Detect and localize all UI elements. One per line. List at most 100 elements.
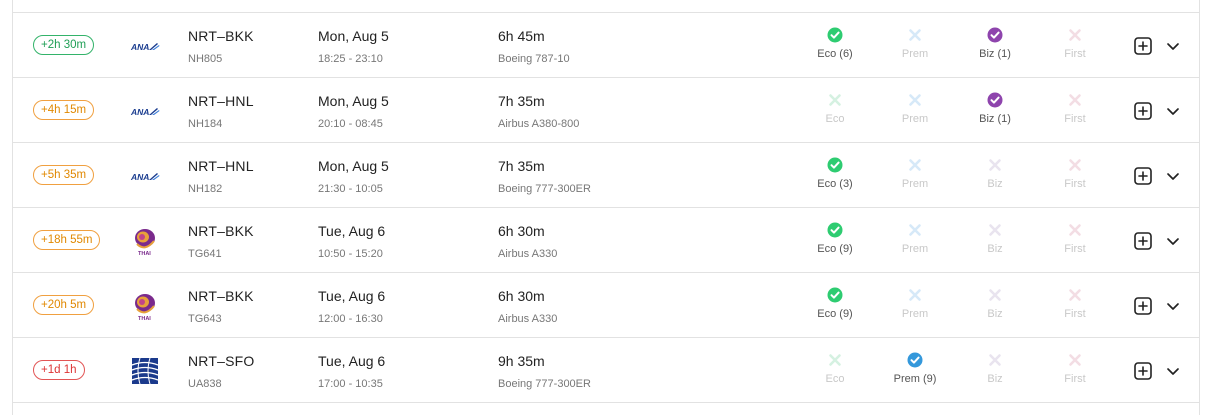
cabin-availability[interactable]: Biz [960, 222, 1030, 255]
flight-row[interactable]: +5h 35m ANA NRT–HNL NH182 Mon, Aug 5 21:30 - … [12, 143, 1200, 208]
cabin-availability[interactable]: Prem [880, 287, 950, 320]
x-pink-icon [1067, 287, 1083, 303]
cabin-availability[interactable]: Eco [800, 352, 870, 385]
cabin-label: Eco (9) [817, 243, 853, 255]
flight-times: 21:30 - 10:05 [318, 183, 383, 195]
cabin-availability[interactable]: Prem [880, 27, 950, 60]
cabin-availability[interactable]: Eco (9) [800, 222, 870, 255]
x-blue-icon [907, 222, 923, 238]
flight-row[interactable]: +4h 15m ANA NRT–HNL NH184 Mon, Aug 5 20:10 - … [12, 78, 1200, 143]
check-purple-icon [987, 27, 1003, 43]
cabin-availability[interactable]: First [1040, 157, 1110, 190]
x-blue-icon [907, 157, 923, 173]
ana-logo-icon: ANA [130, 161, 160, 191]
add-flight-button[interactable] [1134, 167, 1152, 185]
flight-number: TG641 [188, 248, 222, 260]
cabin-label: Prem [901, 243, 929, 255]
departure-date: Mon, Aug 5 [318, 28, 389, 44]
cabin-label: Biz (1) [979, 113, 1011, 125]
x-pink-icon [1067, 92, 1083, 108]
cabin-label: Prem (9) [893, 373, 937, 385]
flight-times: 12:00 - 16:30 [318, 313, 383, 325]
cabin-availability[interactable]: Biz (1) [960, 92, 1030, 125]
cabin-availability[interactable]: Prem (9) [880, 352, 950, 385]
route-label: NRT–BKK [188, 223, 254, 239]
ana-logo-icon: ANA [130, 96, 160, 126]
flight-row[interactable]: +20h 5m THAI NRT–BKK TG643 Tue, Aug 6 12:00 -… [12, 273, 1200, 338]
cabin-label: Eco (9) [817, 308, 853, 320]
x-light-icon [987, 352, 1003, 368]
route-label: NRT–HNL [188, 93, 254, 109]
cabin-availability[interactable]: Biz [960, 352, 1030, 385]
add-flight-button[interactable] [1134, 297, 1152, 315]
x-pink-icon [1067, 157, 1083, 173]
cabin-availability[interactable]: Biz [960, 157, 1030, 190]
time-delta-badge: +18h 55m [33, 230, 101, 250]
chevron-down-icon[interactable] [1165, 235, 1181, 247]
departure-date: Mon, Aug 5 [318, 158, 389, 174]
cabin-availability[interactable]: Biz [960, 287, 1030, 320]
x-blue-icon [907, 287, 923, 303]
x-light-icon [987, 222, 1003, 238]
cabin-availability[interactable]: Biz (1) [960, 27, 1030, 60]
time-delta-badge: +20h 5m [33, 295, 95, 315]
flight-duration: 6h 30m [498, 223, 545, 239]
cabin-availability[interactable]: Eco (3) [800, 157, 870, 190]
flight-row[interactable]: +18h 55m THAI NRT–BKK TG641 Tue, Aug 6 10:50 … [12, 208, 1200, 273]
x-green-icon [827, 92, 843, 108]
flight-number: NH182 [188, 183, 223, 195]
cabin-label: First [1064, 178, 1086, 190]
cabin-availability[interactable]: First [1040, 27, 1110, 60]
chevron-down-icon[interactable] [1165, 105, 1181, 117]
check-green-icon [827, 287, 843, 303]
chevron-down-icon[interactable] [1165, 170, 1181, 182]
cabin-availability[interactable]: First [1040, 352, 1110, 385]
time-delta-badge: +1d 1h [33, 360, 85, 380]
chevron-down-icon[interactable] [1165, 40, 1181, 52]
thai-logo-icon: THAI [130, 226, 160, 257]
add-flight-button[interactable] [1134, 102, 1152, 120]
cabin-availability[interactable]: First [1040, 92, 1110, 125]
cabin-availability[interactable]: Eco [800, 92, 870, 125]
cabin-label: First [1064, 113, 1086, 125]
svg-text:THAI: THAI [138, 251, 151, 256]
aircraft-type: Boeing 777-300ER [498, 183, 591, 195]
flight-duration: 7h 35m [498, 93, 545, 109]
add-flight-button[interactable] [1134, 37, 1152, 55]
add-flight-button[interactable] [1134, 232, 1152, 250]
x-blue-icon [907, 27, 923, 43]
united-logo-icon [130, 356, 160, 386]
chevron-down-icon[interactable] [1165, 300, 1181, 312]
svg-text:THAI: THAI [138, 316, 151, 321]
departure-date: Tue, Aug 6 [318, 288, 386, 304]
flight-duration: 9h 35m [498, 353, 545, 369]
x-blue-icon [907, 92, 923, 108]
route-label: NRT–BKK [188, 28, 254, 44]
cabin-availability[interactable]: Prem [880, 157, 950, 190]
cabin-label: Biz [987, 373, 1003, 385]
time-delta-badge: +4h 15m [33, 100, 95, 120]
cabin-label: Eco [825, 373, 845, 385]
x-pink-icon [1067, 27, 1083, 43]
departure-date: Tue, Aug 6 [318, 353, 386, 369]
flight-row[interactable]: +1d 1h NRT–SFO UA838 Tue, Aug 6 17:00 - 10:3… [12, 338, 1200, 403]
cabin-availability[interactable]: Prem [880, 222, 950, 255]
x-pink-icon [1067, 352, 1083, 368]
flight-times: 17:00 - 10:35 [318, 378, 383, 390]
cabin-availability[interactable]: First [1040, 287, 1110, 320]
time-delta-badge: +2h 30m [33, 35, 95, 55]
cabin-label: Eco (3) [817, 178, 853, 190]
cabin-availability[interactable]: Eco (6) [800, 27, 870, 60]
flight-row[interactable]: +2h 30m ANA NRT–BKK NH805 Mon, Aug 5 18:25 - … [12, 13, 1200, 78]
cabin-availability[interactable]: Prem [880, 92, 950, 125]
cabin-label: Prem [901, 308, 929, 320]
cabin-availability[interactable]: First [1040, 222, 1110, 255]
add-flight-button[interactable] [1134, 362, 1152, 380]
flight-times: 18:25 - 23:10 [318, 53, 383, 65]
cabin-availability[interactable]: Eco (9) [800, 287, 870, 320]
x-light-icon [987, 287, 1003, 303]
svg-text:ANA: ANA [130, 172, 149, 182]
chevron-down-icon[interactable] [1165, 365, 1181, 377]
flight-duration: 6h 30m [498, 288, 545, 304]
x-pink-icon [1067, 222, 1083, 238]
